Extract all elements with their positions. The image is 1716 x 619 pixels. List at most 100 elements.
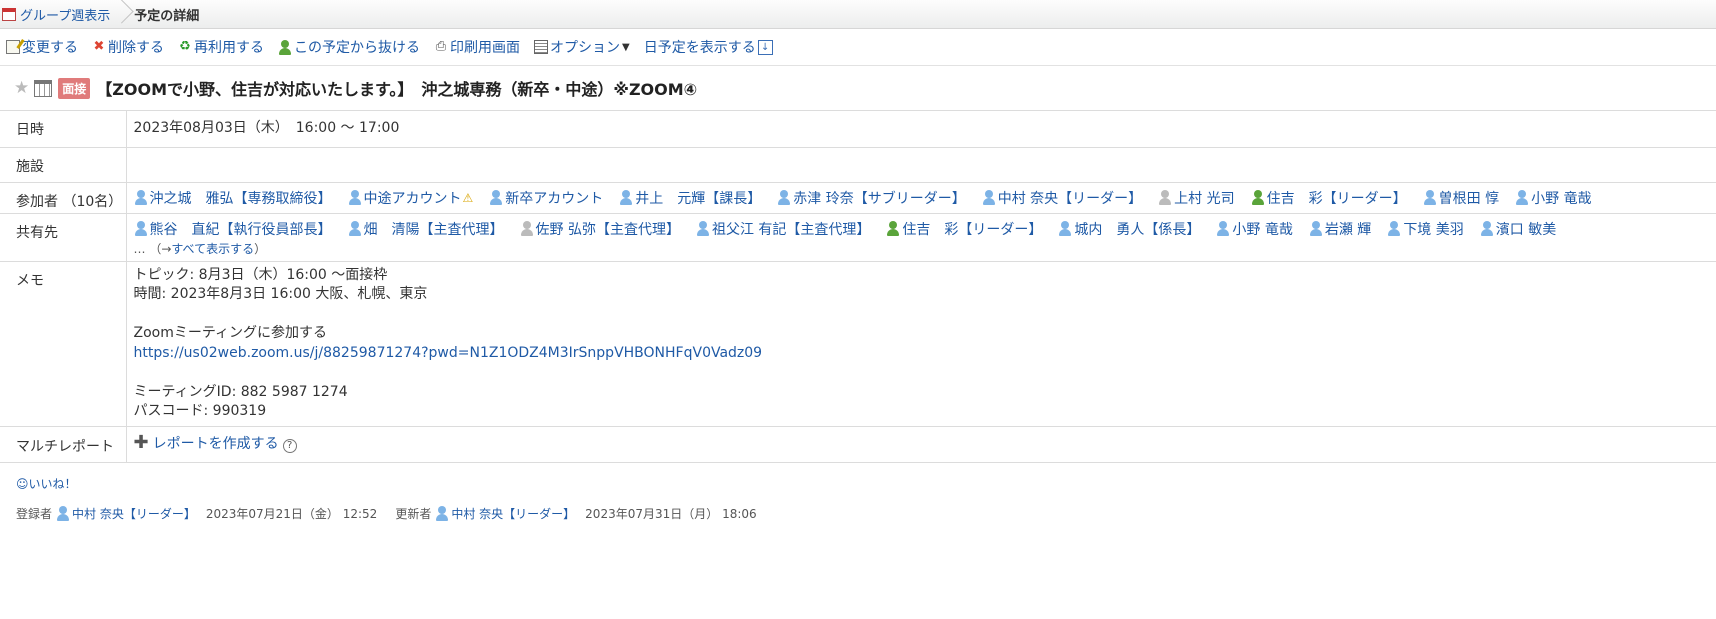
shared-person-name: 岩瀬 輝 — [1324, 221, 1372, 238]
breadcrumb-separator — [116, 0, 126, 28]
toolbar: 変更する ✖ 削除する ♻ 再利用する この予定から抜ける ⎙ 印刷用画面 オプション… — [0, 29, 1716, 66]
participant-person[interactable]: 上村 光司 — [1158, 188, 1235, 208]
memo-meeting-id: ミーティングID: 882 5987 1274 — [133, 383, 348, 400]
user-icon — [1423, 190, 1437, 205]
shared-person[interactable]: 濱口 敏美 — [1480, 219, 1556, 239]
breadcrumb: グループ週表示 予定の詳細 — [2, 0, 199, 28]
user-icon — [619, 190, 633, 205]
shared-person-name: 畑 清陽【主査代理】 — [363, 221, 504, 238]
shared-person-name: 祖父江 有記【主査代理】 — [711, 221, 871, 238]
user-icon — [134, 221, 148, 236]
shared-person[interactable]: 岩瀬 輝 — [1309, 219, 1371, 239]
label-datetime: 日時 — [0, 111, 127, 148]
user-icon — [1387, 221, 1401, 236]
shared-person[interactable]: 畑 清陽【主査代理】 — [348, 219, 504, 239]
like-row: ☺いいね！ — [0, 463, 1716, 495]
participant-person-name: 中村 奈央【リーダー】 — [997, 190, 1143, 207]
reuse-button[interactable]: ♻ 再利用する — [178, 37, 264, 57]
updated-label: 更新者 — [395, 506, 432, 521]
caret-down-icon: ▼ — [622, 41, 630, 53]
user-icon — [435, 505, 449, 521]
star-icon[interactable]: ★ — [14, 78, 29, 98]
datetime-value: 2023年08月03日（木） 16:00 ～ 17:00 — [126, 111, 1716, 148]
shared-person[interactable]: 熊谷 直紀【執行役員部長】 — [134, 219, 332, 239]
edit-icon — [6, 40, 20, 54]
user-icon — [982, 190, 996, 205]
label-shared: 共有先 — [0, 213, 127, 262]
zoom-url-link[interactable]: https://us02web.zoom.us/j/88259871274?pw… — [134, 345, 763, 361]
shared-person[interactable]: 下境 美羽 — [1387, 219, 1464, 239]
breadcrumb-bar: グループ週表示 予定の詳細 — [0, 0, 1716, 29]
row-memo: メモ トピック: 8月3日（木）16:00 ～面接枠 時間: 2023年8月3日… — [0, 261, 1716, 427]
participant-person[interactable]: 小野 竜哉 — [1515, 188, 1592, 208]
event-type-badge: 面接 — [58, 77, 91, 99]
leave-user-icon — [278, 39, 292, 55]
participant-person-name: 小野 竜哉 — [1531, 190, 1592, 207]
memo-time: 時間: 2023年8月3日 16:00 大阪、札幌、東京 — [133, 286, 428, 302]
shared-person[interactable]: 祖父江 有記【主査代理】 — [696, 219, 870, 239]
participant-person[interactable]: 中村 奈央【リーダー】 — [982, 188, 1142, 208]
options-menu[interactable]: オプション ▼ — [534, 37, 630, 57]
participant-person[interactable]: 新卒アカウント — [489, 188, 603, 208]
shared-person[interactable]: 住吉 彩【リーダー】 — [886, 219, 1042, 239]
label-memo: メモ — [0, 261, 127, 427]
user-icon — [1480, 221, 1494, 236]
label-multireport: マルチレポート — [0, 426, 127, 463]
memo-content: トピック: 8月3日（木）16:00 ～面接枠 時間: 2023年8月3日 16… — [126, 261, 1716, 427]
shared-person[interactable]: 城内 勇人【係長】 — [1058, 219, 1200, 239]
label-facility: 施設 — [0, 147, 127, 183]
user-icon — [777, 190, 791, 205]
participant-person-name: 上村 光司 — [1174, 190, 1235, 207]
shared-person[interactable]: 小野 竜哉 — [1216, 219, 1293, 239]
warning-icon: ⚠ — [462, 190, 474, 205]
user-icon — [56, 505, 70, 521]
updated-by[interactable]: 中村 奈央【リーダー】 — [435, 505, 575, 522]
row-participants: 参加者 （10名） 沖之城 雅弘【専務取締役】 中途アカウント ⚠ 新卒アカウント 井上… — [0, 182, 1716, 214]
participant-person[interactable]: 曽根田 惇 — [1423, 188, 1499, 208]
user-icon — [886, 221, 900, 236]
participant-person[interactable]: 赤津 玲奈【サブリーダー】 — [777, 188, 966, 208]
participant-person[interactable]: 住吉 彩【リーダー】 — [1251, 188, 1407, 208]
delete-button[interactable]: ✖ 削除する — [92, 37, 164, 57]
user-icon — [1216, 221, 1230, 236]
event-detail-table: 日時 2023年08月03日（木） 16:00 ～ 17:00 施設 参加者 （… — [0, 111, 1716, 463]
breadcrumb-current: 予定の詳細 — [134, 8, 200, 24]
like-button[interactable]: いいね！ — [29, 477, 77, 491]
delete-icon: ✖ — [93, 39, 105, 54]
participant-person[interactable]: 沖之城 雅弘【専務取締役】 — [134, 188, 332, 208]
facility-value — [126, 147, 1716, 183]
edit-button[interactable]: 変更する — [6, 37, 78, 57]
participant-person[interactable]: 井上 元輝【課長】 — [619, 188, 761, 208]
user-icon — [1058, 221, 1072, 236]
participant-list: 沖之城 雅弘【専務取締役】 中途アカウント ⚠ 新卒アカウント 井上 元輝【課長】 赤津 … — [134, 188, 1711, 208]
shared-person-name: 下境 美羽 — [1403, 221, 1464, 238]
memo-passcode: パスコード: 990319 — [133, 403, 267, 419]
user-icon — [489, 190, 503, 205]
user-icon — [134, 190, 148, 205]
inactive-user-icon — [520, 221, 534, 236]
shared-person[interactable]: 佐野 弘弥【主査代理】 — [520, 219, 680, 239]
show-all-row: … （→すべて表示する） — [133, 241, 267, 256]
leave-event-button[interactable]: この予定から抜ける — [278, 37, 420, 57]
participant-person-name: 沖之城 雅弘【専務取締役】 — [149, 190, 332, 207]
arrow-down-icon: ↓ — [757, 39, 773, 55]
print-button[interactable]: ⎙ 印刷用画面 — [434, 37, 520, 57]
participant-person[interactable]: 中途アカウント ⚠ — [348, 188, 474, 208]
show-all-link[interactable]: すべて表示する — [171, 242, 254, 256]
user-icon — [696, 221, 710, 236]
calendar-icon — [34, 79, 53, 97]
user-icon — [1515, 190, 1529, 205]
participant-person-name: 赤津 玲奈【サブリーダー】 — [793, 190, 966, 207]
breadcrumb-group-week[interactable]: グループ週表示 — [20, 5, 110, 24]
help-icon[interactable]: ? — [282, 438, 297, 453]
show-day-button[interactable]: 日予定を表示する ↓ — [644, 37, 773, 57]
participant-person-name: 曽根田 惇 — [1438, 190, 1500, 207]
label-participants: 参加者 （10名） — [0, 182, 127, 214]
registered-by[interactable]: 中村 奈央【リーダー】 — [56, 505, 196, 522]
updated-at: 2023年07月31日（月） 18:06 — [585, 506, 757, 521]
event-title: 【ZOOMで小野、住吉が対応いたします。】 沖之城専務（新卒・中途）※ZOOM④ — [96, 80, 698, 99]
registered-label: 登録者 — [16, 506, 53, 521]
memo-topic: トピック: 8月3日（木）16:00 ～面接枠 — [133, 266, 388, 283]
shared-list: 熊谷 直紀【執行役員部長】 畑 清陽【主査代理】 佐野 弘弥【主査代理】 祖父江 有記… — [134, 219, 1711, 239]
create-report-link[interactable]: レポートを作成する — [153, 436, 279, 452]
